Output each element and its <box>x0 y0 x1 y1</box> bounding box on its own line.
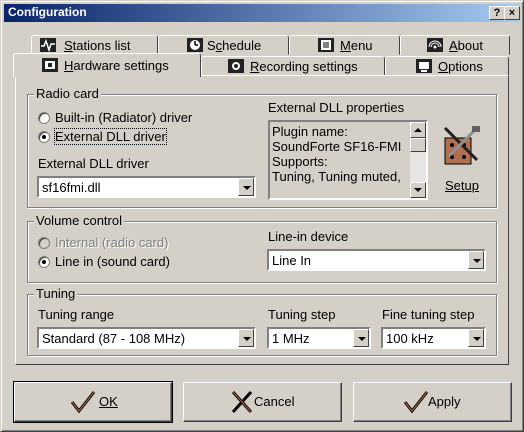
tab-options[interactable]: Options <box>385 56 509 76</box>
chevron-down-icon[interactable] <box>238 178 254 196</box>
scroll-up-icon[interactable] <box>410 122 426 138</box>
record-icon <box>228 59 244 73</box>
fine-value: 100 kHz <box>386 331 434 346</box>
tab-label-key: H <box>64 58 74 73</box>
menu-icon <box>318 38 334 52</box>
props-line: Tuning, Tuning muted, <box>272 169 401 184</box>
tab-label-text: S <box>207 38 216 53</box>
tab-label-text: enu <box>350 38 373 53</box>
title-bar[interactable]: Configuration ? × <box>4 4 520 22</box>
activity-icon <box>40 38 56 52</box>
radio-external-dll[interactable] <box>38 131 50 143</box>
radio-external-label: External DLL driver <box>54 128 167 145</box>
tab-label-text: hedule <box>222 38 262 53</box>
driver-value: sf16fmi.dll <box>42 180 101 195</box>
tab-label-key: S <box>64 38 73 53</box>
window-title: Configuration <box>8 5 87 19</box>
props-scrollbar[interactable] <box>410 122 426 198</box>
help-button[interactable]: ? <box>489 6 505 20</box>
props-line: SoundForte SF16-FMI <box>272 139 402 154</box>
step-label: Tuning step <box>268 307 336 322</box>
tab-label-key: O <box>438 59 449 74</box>
group-title: Tuning <box>34 286 78 301</box>
tab-menu[interactable]: Menu <box>289 35 400 55</box>
chevron-down-icon[interactable] <box>468 329 484 347</box>
checkmark-icon <box>70 391 96 414</box>
tab-label-text: ardware settings <box>73 58 169 73</box>
driver-label: External DLL driver <box>38 156 149 171</box>
hardware-icon <box>42 58 58 72</box>
tab-label-key: R <box>250 59 260 74</box>
step-select[interactable]: 1 MHz <box>267 327 371 349</box>
antenna-icon <box>427 38 443 52</box>
props-line: Plugin name: <box>272 124 348 139</box>
tab-about[interactable]: About <box>400 35 510 55</box>
apply-button[interactable]: Apply <box>353 382 512 422</box>
group-title: Volume control <box>34 213 124 228</box>
close-button[interactable]: × <box>504 6 520 20</box>
setup-label: Setup <box>445 178 479 193</box>
chevron-down-icon[interactable] <box>353 329 369 347</box>
tab-label-text: bout <box>457 38 483 53</box>
tab-hardware-settings[interactable]: Hardware settings <box>13 53 201 77</box>
tools-icon <box>443 126 480 165</box>
tab-recording-settings[interactable]: Recording settings <box>201 56 385 76</box>
range-value: Standard (87 - 108 MHz) <box>42 331 186 346</box>
cancel-x-icon <box>231 390 253 414</box>
ok-label: OK <box>99 394 118 409</box>
clock-icon <box>187 38 203 52</box>
tab-label-key: M <box>340 38 351 53</box>
step-value: 1 MHz <box>272 331 310 346</box>
cancel-label: Cancel <box>254 394 295 409</box>
options-icon <box>416 59 432 73</box>
tab-label-text: ptions <box>448 59 483 74</box>
tab-schedule[interactable]: Schedule <box>158 35 289 55</box>
ok-button[interactable]: OK <box>13 381 173 423</box>
radio-internal <box>38 237 50 249</box>
scroll-down-icon[interactable] <box>410 182 426 198</box>
device-select[interactable]: Line In <box>267 249 486 271</box>
radio-builtin-driver[interactable] <box>38 112 50 124</box>
fine-select[interactable]: 100 kHz <box>381 327 486 349</box>
radio-builtin-label: Built-in (Radiator) driver <box>55 110 193 125</box>
range-label: Tuning range <box>38 307 115 322</box>
chevron-down-icon[interactable] <box>238 329 254 347</box>
driver-select[interactable]: sf16fmi.dll <box>37 176 256 198</box>
apply-label: Apply <box>428 394 461 409</box>
checkmark-icon <box>403 391 429 414</box>
chevron-down-icon[interactable] <box>468 251 484 269</box>
radio-line-in[interactable] <box>38 256 50 268</box>
radio-internal-label: Internal (radio card) <box>55 235 169 250</box>
setup-button[interactable]: Setup <box>436 124 488 196</box>
tab-stations-list[interactable]: Stations list <box>31 35 158 55</box>
fine-label: Fine tuning step <box>382 307 475 322</box>
tab-label-text: ecording settings <box>259 59 358 74</box>
props-line: Supports: <box>272 154 328 169</box>
group-title: Radio card <box>34 86 101 101</box>
props-memo[interactable]: Plugin name: SoundForte SF16-FMI Support… <box>268 120 428 200</box>
props-label: External DLL properties <box>268 100 405 115</box>
device-label: Line-in device <box>268 229 349 244</box>
radio-line-in-label: Line in (sound card) <box>55 254 170 269</box>
tab-label-key: A <box>449 38 458 53</box>
tab-label-text: tations list <box>72 38 131 53</box>
scroll-thumb[interactable] <box>410 138 426 152</box>
cancel-button[interactable]: Cancel <box>183 382 342 422</box>
range-select[interactable]: Standard (87 - 108 MHz) <box>37 327 256 349</box>
device-value: Line In <box>272 253 312 268</box>
